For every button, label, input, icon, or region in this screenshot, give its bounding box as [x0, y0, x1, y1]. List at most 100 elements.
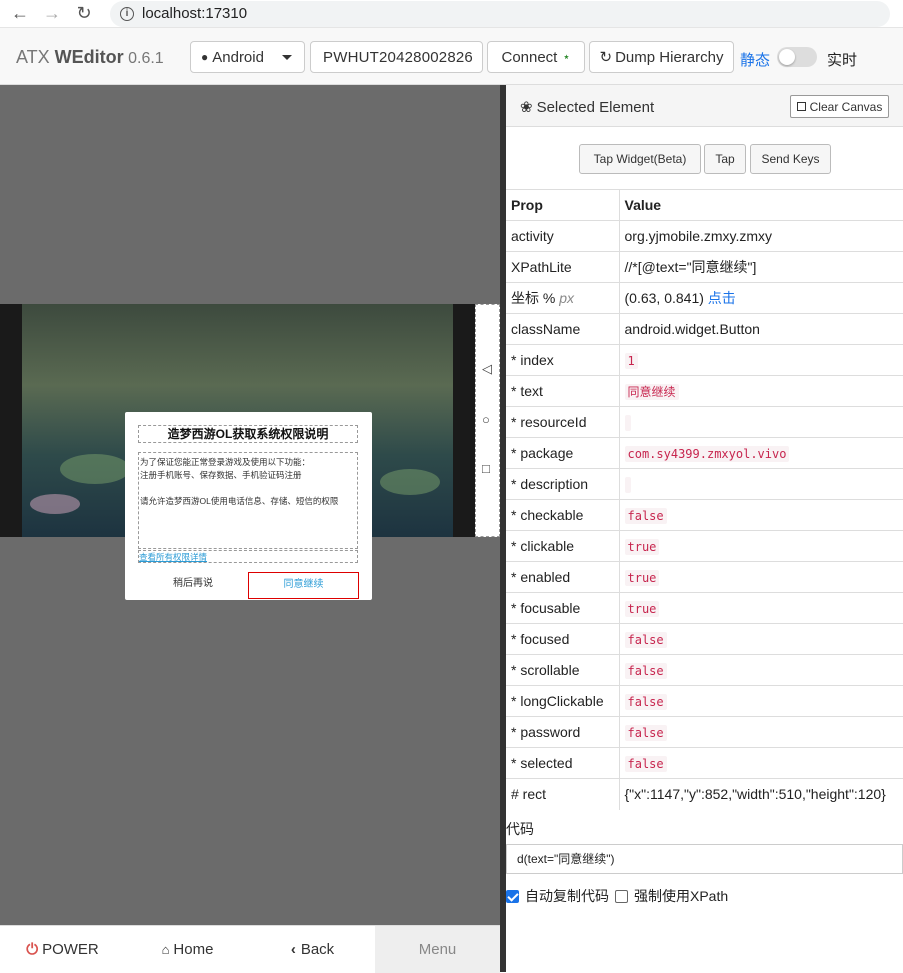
code-value[interactable]: true	[624, 601, 660, 617]
prop-value: false	[619, 685, 903, 717]
lotus-leaf	[60, 454, 130, 484]
auto-copy-label[interactable]: 自动复制代码	[525, 886, 609, 906]
code-value[interactable]: false	[624, 756, 667, 772]
android-icon: ●	[201, 50, 209, 64]
square-icon	[796, 102, 806, 111]
power-icon: ⏻	[26, 941, 39, 958]
table-row: XPathLite //*[@text="同意继续"]	[506, 251, 903, 283]
forward-arrow-icon[interactable]: →	[40, 2, 64, 26]
tap-widget-button[interactable]: Tap Widget(Beta)	[579, 144, 701, 174]
send-keys-button[interactable]: Send Keys	[750, 144, 831, 174]
prop-value[interactable]: //*[@text="同意继续"]	[619, 251, 903, 283]
prop-header: Prop	[506, 189, 620, 221]
plug-icon: ⋆	[562, 49, 571, 64]
prop-key: * resourceId	[506, 406, 620, 438]
app-version: 0.6.1	[123, 50, 164, 67]
prop-value: com.sy4399.zmxyol.vivo	[619, 437, 903, 469]
permission-details-link[interactable]: 查看所有权限详情	[138, 550, 358, 563]
platform-select[interactable]: ● Android	[190, 41, 305, 73]
reload-icon[interactable]: ↻	[72, 2, 96, 26]
menu-button[interactable]: Menu	[375, 926, 500, 973]
value-header: Value	[619, 189, 903, 221]
inspector-panel: ❀ Selected Element Clear Canvas Tap Widge…	[506, 85, 903, 972]
code-value[interactable]: false	[624, 508, 667, 524]
live-mode-toggle[interactable]	[777, 47, 817, 67]
serial-input[interactable]: PWHUT20428002826	[310, 41, 483, 73]
prop-value[interactable]: android.widget.Button	[619, 313, 903, 345]
table-row: * index 1	[506, 344, 903, 376]
px-toggle[interactable]: px	[559, 290, 574, 306]
prop-value: true	[619, 561, 903, 593]
home-icon: ⌂	[161, 942, 170, 957]
code-value[interactable]: 同意继续	[624, 383, 679, 400]
prop-key: * focused	[506, 623, 620, 655]
selected-element-title: ❀ Selected Element	[520, 98, 654, 116]
coord-value[interactable]: (0.63, 0.841)	[625, 290, 704, 306]
home-label: Home	[173, 941, 214, 958]
prop-key: * clickable	[506, 530, 620, 562]
device-nav-bar[interactable]: ◁ ○ □	[475, 304, 500, 537]
info-icon[interactable]: i	[120, 6, 134, 21]
prop-key: * password	[506, 716, 620, 748]
code-value[interactable]: false	[624, 663, 667, 679]
code-value[interactable]: true	[624, 570, 660, 586]
prop-value[interactable]: {"x":1147,"y":852,"width":510,"height":1…	[619, 778, 903, 810]
back-triangle-icon[interactable]: ◁	[482, 361, 492, 377]
dialog-body: 为了保证您能正常登录游戏及使用以下功能： 注册手机账号、保存数据、手机验证码注册…	[138, 452, 358, 549]
code-value[interactable]: false	[624, 694, 667, 710]
prop-value: false	[619, 623, 903, 655]
prop-value	[619, 468, 903, 500]
lotus-leaf	[380, 469, 440, 495]
force-xpath-checkbox[interactable]	[615, 889, 628, 903]
prop-key: * enabled	[506, 561, 620, 593]
code-value[interactable]: 1	[624, 353, 638, 369]
code-input[interactable]: d(text="同意继续")	[506, 844, 903, 874]
coord-click-link[interactable]: 点击	[708, 290, 736, 306]
code-value[interactable]: false	[624, 632, 667, 648]
connect-button[interactable]: Connect ⋆	[487, 41, 585, 73]
prop-value[interactable]: org.yjmobile.zmxy.zmxy	[619, 220, 903, 252]
tap-button[interactable]: Tap	[704, 144, 746, 174]
prop-value: false	[619, 747, 903, 779]
home-button[interactable]: ⌂ Home	[125, 926, 250, 973]
back-button[interactable]: ‹ Back	[250, 926, 375, 973]
live-mode-label[interactable]: 实时	[827, 49, 857, 70]
url-text: localhost:17310	[142, 5, 248, 22]
recents-square-icon[interactable]: □	[482, 461, 490, 476]
dialog-body-line: 注册手机账号、保存数据、手机验证码注册	[140, 470, 302, 480]
properties-table: Prop Value activity org.yjmobile.zmxy.zm…	[506, 189, 903, 810]
prop-key: * description	[506, 468, 620, 500]
screen-left-edge	[0, 304, 22, 537]
prop-value: false	[619, 499, 903, 531]
refresh-icon: ↻	[599, 49, 613, 66]
static-mode-label[interactable]: 静态	[740, 49, 770, 70]
prop-key: * longClickable	[506, 685, 620, 717]
code-value[interactable]	[624, 415, 631, 431]
force-xpath-label[interactable]: 强制使用XPath	[634, 886, 728, 906]
app-toolbar: ATX WEditor 0.6.1 ● Android PWHUT2042800…	[0, 28, 903, 85]
address-bar[interactable]: i localhost:17310	[110, 0, 890, 27]
dialog-spacer	[140, 482, 357, 495]
power-button[interactable]: ⏻ POWER	[0, 926, 125, 973]
table-row: * scrollable false	[506, 654, 903, 686]
dump-hierarchy-button[interactable]: ↻ Dump Hierarchy	[589, 41, 734, 73]
code-value[interactable]: true	[624, 539, 660, 555]
auto-copy-checkbox[interactable]	[506, 889, 519, 903]
code-value[interactable]	[624, 477, 631, 493]
code-options: 自动复制代码 强制使用XPath	[506, 886, 728, 906]
chevron-left-icon: ‹	[290, 941, 296, 958]
back-arrow-icon[interactable]: ←	[8, 2, 32, 26]
table-row: * description	[506, 468, 903, 500]
clear-canvas-button[interactable]: Clear Canvas	[790, 95, 889, 118]
code-value[interactable]: com.sy4399.zmxyol.vivo	[624, 446, 790, 462]
home-circle-icon[interactable]: ○	[482, 412, 490, 427]
agree-continue-button[interactable]: 同意继续	[248, 572, 359, 599]
dialog-body-line: 为了保证您能正常登录游戏及使用以下功能：	[140, 457, 311, 467]
prop-key: XPathLite	[506, 251, 620, 283]
prop-value: true	[619, 592, 903, 624]
clear-canvas-label: Clear Canvas	[809, 99, 883, 114]
power-label: POWER	[42, 941, 99, 958]
prop-key: * selected	[506, 747, 620, 779]
later-button[interactable]: 稍后再说	[138, 573, 248, 595]
code-value[interactable]: false	[624, 725, 667, 741]
